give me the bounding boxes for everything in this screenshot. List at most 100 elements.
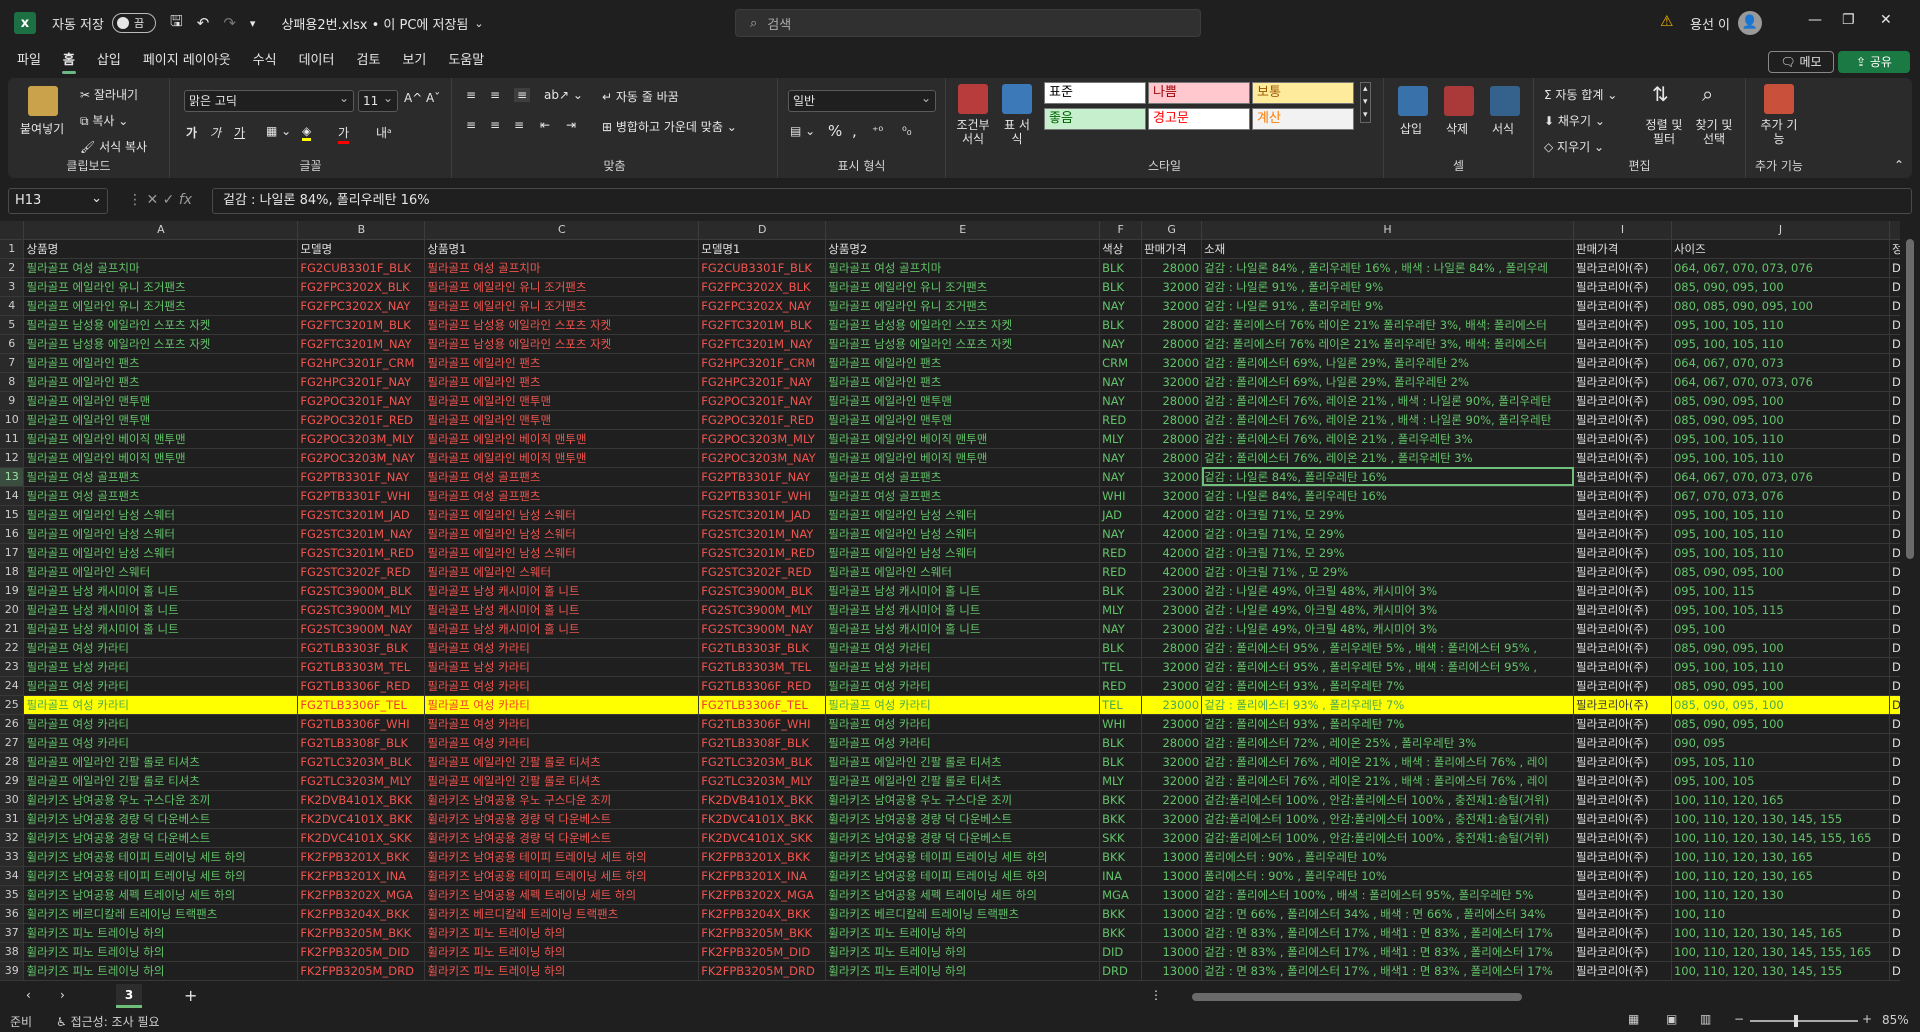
fill-button[interactable]: ⬇ 채우기 ⌄ bbox=[1544, 112, 1605, 129]
row-header[interactable]: 11 bbox=[0, 429, 25, 449]
cell[interactable]: FG2STC3201M_JAD bbox=[297, 505, 426, 525]
cell[interactable]: 필라코리아(주) bbox=[1573, 258, 1672, 278]
cell[interactable]: 겉감 : 나일론 91% , 폴리우레탄 9% bbox=[1201, 296, 1575, 316]
cell[interactable]: 필라골프 남성 캐시미어 홀 니트 bbox=[424, 581, 700, 601]
cell[interactable]: 겉감 : 폴리에스터 76%, 레이온 21% , 폴리우레탄 3% bbox=[1201, 448, 1575, 468]
file-name[interactable]: 상패용2번.xlsx • 이 PC에 저장됨 bbox=[281, 14, 468, 33]
cell[interactable]: FG2HPC3201F_NAY bbox=[297, 372, 426, 392]
cell[interactable]: 080, 085, 090, 095, 100 bbox=[1671, 296, 1890, 316]
cell[interactable]: RED bbox=[1099, 543, 1143, 563]
cell[interactable]: FK2FPB3205M_BKK bbox=[698, 923, 827, 943]
cell[interactable]: 휠라키즈 남여공용 테이피 트레이닝 세트 하의 bbox=[23, 847, 299, 867]
cell[interactable]: 필라코리아(주) bbox=[1573, 524, 1672, 544]
zoom-slider[interactable] bbox=[1750, 1015, 1858, 1027]
cell[interactable]: FG2POC3203M_MLY bbox=[698, 429, 827, 449]
cell[interactable]: 085, 090, 095, 100 bbox=[1671, 562, 1890, 582]
cell[interactable]: FK2FPB3204X_BKK bbox=[698, 904, 827, 924]
cell[interactable]: 필라골프 에일라인 남성 스웨터 bbox=[23, 505, 299, 525]
cell[interactable]: FG2TLC3203M_BLK bbox=[698, 752, 827, 772]
style-warning[interactable]: 경고문 bbox=[1148, 108, 1250, 130]
cell[interactable]: FG2STC3900M_NAY bbox=[297, 619, 426, 639]
italic-icon[interactable]: 가 bbox=[210, 124, 221, 141]
cell[interactable]: FG2TLB3306F_WHI bbox=[698, 714, 827, 734]
share-button[interactable]: ⇪ 공유 bbox=[1838, 51, 1910, 73]
delete-cells-icon[interactable] bbox=[1444, 86, 1474, 116]
row-header[interactable]: 20 bbox=[0, 600, 25, 620]
cell-table[interactable]: ABCDEFGHIJ 1 상품명 모델명 상품명1 모델명1 상품명2 색상 판매가격 소재 판매… bbox=[0, 221, 1920, 981]
cell[interactable]: 휠라키즈 베르디칼레 트레이닝 트랙팬츠 bbox=[825, 904, 1101, 924]
cell[interactable]: 휠라키즈 피노 트레이닝 하의 bbox=[23, 923, 299, 943]
cell[interactable]: 필라골프 에일라인 팬츠 bbox=[424, 372, 700, 392]
cell[interactable]: 필라골프 에일라인 맨투맨 bbox=[424, 391, 700, 411]
row-header[interactable]: 2 bbox=[0, 258, 25, 278]
row-header[interactable]: 17 bbox=[0, 543, 25, 563]
style-neutral[interactable]: 보통 bbox=[1252, 82, 1354, 104]
cell[interactable]: FK2DVB4101X_BKK bbox=[698, 790, 827, 810]
cell[interactable]: FG2STC3201M_NAY bbox=[297, 524, 426, 544]
zoom-out-icon[interactable]: − bbox=[1734, 1012, 1744, 1026]
cell[interactable]: 겉감 : 폴리에스터 93% , 폴리우레탄 7% bbox=[1201, 676, 1575, 696]
cell[interactable]: 폴리에스터 : 90% , 폴리우레탄 10% bbox=[1201, 866, 1575, 886]
cell[interactable]: BLK bbox=[1099, 581, 1143, 601]
cell[interactable]: 085, 090, 095, 100 bbox=[1671, 714, 1890, 734]
cell[interactable]: 필라코리아(주) bbox=[1573, 961, 1672, 981]
cell[interactable]: 필라코리아(주) bbox=[1573, 904, 1672, 924]
phonetic-icon[interactable]: 내ᵃ bbox=[376, 124, 392, 141]
cell[interactable]: FG2TLC3203M_BLK bbox=[297, 752, 426, 772]
column-header[interactable]: J bbox=[1671, 221, 1890, 240]
cell[interactable]: 095, 100, 105, 110 bbox=[1671, 505, 1890, 525]
cell[interactable]: 23000 bbox=[1141, 676, 1203, 696]
cell[interactable]: FG2STC3202F_RED bbox=[698, 562, 827, 582]
cell[interactable]: 필라골프 에일라인 긴팔 롤로 티셔츠 bbox=[825, 752, 1101, 772]
cell[interactable]: 필라골프 여성 카라티 bbox=[23, 638, 299, 658]
font-name-select[interactable]: 맑은 고딕 bbox=[184, 88, 354, 112]
row-header[interactable]: 27 bbox=[0, 733, 25, 753]
name-box[interactable]: H13 ⌄ bbox=[8, 188, 108, 214]
cell[interactable]: 28000 bbox=[1141, 391, 1203, 411]
cell[interactable]: 필라골프 남성용 에일라인 스포츠 자켓 bbox=[23, 334, 299, 354]
collapse-ribbon-icon[interactable]: ⌃ bbox=[1894, 158, 1904, 172]
cell[interactable]: 겉감 : 나일론 49%, 아크릴 48%, 캐시미어 3% bbox=[1201, 581, 1575, 601]
vertical-scrollbar[interactable] bbox=[1900, 221, 1920, 984]
row-header[interactable]: 25 bbox=[0, 695, 25, 715]
cell[interactable]: 상품명1 bbox=[424, 239, 700, 259]
bold-icon[interactable]: 가 bbox=[186, 124, 197, 141]
cell[interactable]: 휠라키즈 남여공용 테이피 트레이닝 세트 하의 bbox=[825, 866, 1101, 886]
cell[interactable]: 필라골프 여성 골프팬츠 bbox=[424, 467, 700, 487]
autosum-button[interactable]: Σ 자동 합계 ⌄ bbox=[1544, 86, 1617, 103]
row-header[interactable]: 22 bbox=[0, 638, 25, 658]
cell[interactable]: 휠라키즈 베르디칼레 트레이닝 트랙팬츠 bbox=[424, 904, 700, 924]
cell[interactable]: 필라골프 여성 골프팬츠 bbox=[825, 486, 1101, 506]
cell[interactable]: 필라코리아(주) bbox=[1573, 923, 1672, 943]
grow-font-icon[interactable]: A^ bbox=[404, 91, 422, 105]
cell[interactable]: 필라코리아(주) bbox=[1573, 581, 1672, 601]
cell[interactable]: 필라골프 여성 카라티 bbox=[23, 695, 299, 715]
addins-button[interactable]: 추가 기능 bbox=[1760, 118, 1798, 146]
cell[interactable]: 28000 bbox=[1141, 448, 1203, 468]
cell[interactable]: 겉감 : 나일론 49%, 아크릴 48%, 캐시미어 3% bbox=[1201, 619, 1575, 639]
cell[interactable]: 필라코리아(주) bbox=[1573, 695, 1672, 715]
cell[interactable]: 필라코리아(주) bbox=[1573, 486, 1672, 506]
more-options-icon[interactable]: ⋮ bbox=[1150, 988, 1162, 1002]
cell[interactable]: 필라코리아(주) bbox=[1573, 467, 1672, 487]
style-bad[interactable]: 나쁨 bbox=[1148, 82, 1250, 104]
paste-icon[interactable] bbox=[28, 86, 58, 116]
cell[interactable]: FG2FPC3202X_NAY bbox=[297, 296, 426, 316]
cell[interactable]: 필라코리아(주) bbox=[1573, 277, 1672, 297]
cell[interactable]: FG2POC3203M_NAY bbox=[698, 448, 827, 468]
increase-decimal-icon[interactable]: ⁺⁰ bbox=[872, 124, 883, 138]
cell[interactable]: 겉감 : 폴리에스터 95% , 폴리우레탄 5% , 배색 : 폴리에스터 9… bbox=[1201, 657, 1575, 677]
cell[interactable]: 겉감 : 면 83% , 폴리에스터 17% , 배색1 : 면 83% , 폴… bbox=[1201, 942, 1575, 962]
cell[interactable]: 095, 100, 105, 115 bbox=[1671, 600, 1890, 620]
row-header[interactable]: 5 bbox=[0, 315, 25, 335]
cell[interactable]: FG2PTB3301F_NAY bbox=[698, 467, 827, 487]
cell[interactable]: 소재 bbox=[1201, 239, 1575, 259]
cell[interactable]: 13000 bbox=[1141, 961, 1203, 981]
cell[interactable]: MGA bbox=[1099, 885, 1143, 905]
cell[interactable]: NAY bbox=[1099, 391, 1143, 411]
cell[interactable]: 필라코리아(주) bbox=[1573, 429, 1672, 449]
cell[interactable]: FK2FPB3205M_DRD bbox=[297, 961, 426, 981]
cell[interactable]: 휠라키즈 남여공용 테이피 트레이닝 세트 하의 bbox=[23, 866, 299, 886]
add-sheet-icon[interactable]: + bbox=[184, 986, 197, 1005]
cell[interactable]: 필라골프 에일라인 스웨터 bbox=[23, 562, 299, 582]
